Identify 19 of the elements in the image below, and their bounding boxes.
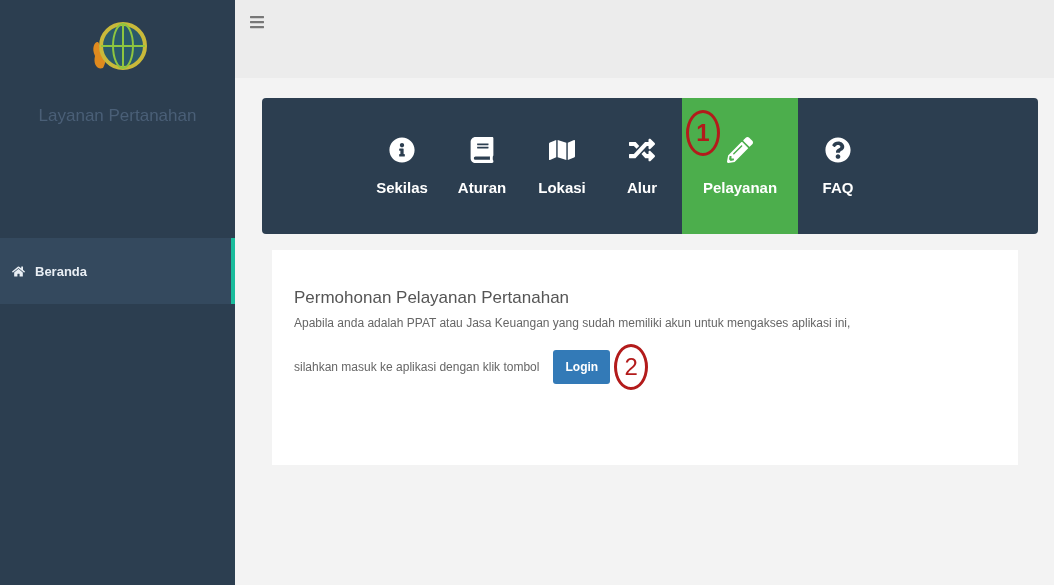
nav-tab[interactable]: Alur	[602, 98, 682, 234]
nav-tab[interactable]: Aturan	[442, 98, 522, 234]
nav-tab[interactable]: Lokasi	[522, 98, 602, 234]
shuffle-icon	[629, 136, 655, 163]
pencil-icon	[727, 136, 753, 163]
question-icon	[825, 136, 851, 163]
nav-tab[interactable]: FAQ	[798, 98, 878, 234]
book-icon	[469, 136, 495, 163]
home-icon	[12, 264, 25, 278]
card-text: Apabila anda adalah PPAT atau Jasa Keuangan yang sudah memiliki akun untuk mengakses aplikasi ini,	[294, 316, 852, 330]
login-button[interactable]: Login	[553, 350, 611, 384]
annotation-marker: 2	[614, 344, 649, 390]
nav-tab[interactable]: Sekilas	[362, 98, 442, 234]
info-icon	[389, 136, 415, 163]
card-title: Permohonan Pelayanan Pertanahan	[294, 288, 571, 308]
menu-icon[interactable]	[249, 14, 265, 30]
sidebar-item[interactable]: Beranda	[0, 238, 235, 304]
login-prompt: silahkan masuk ke aplikasi dengan klik tombol	[294, 360, 540, 374]
annotation-marker: 1	[686, 110, 720, 156]
